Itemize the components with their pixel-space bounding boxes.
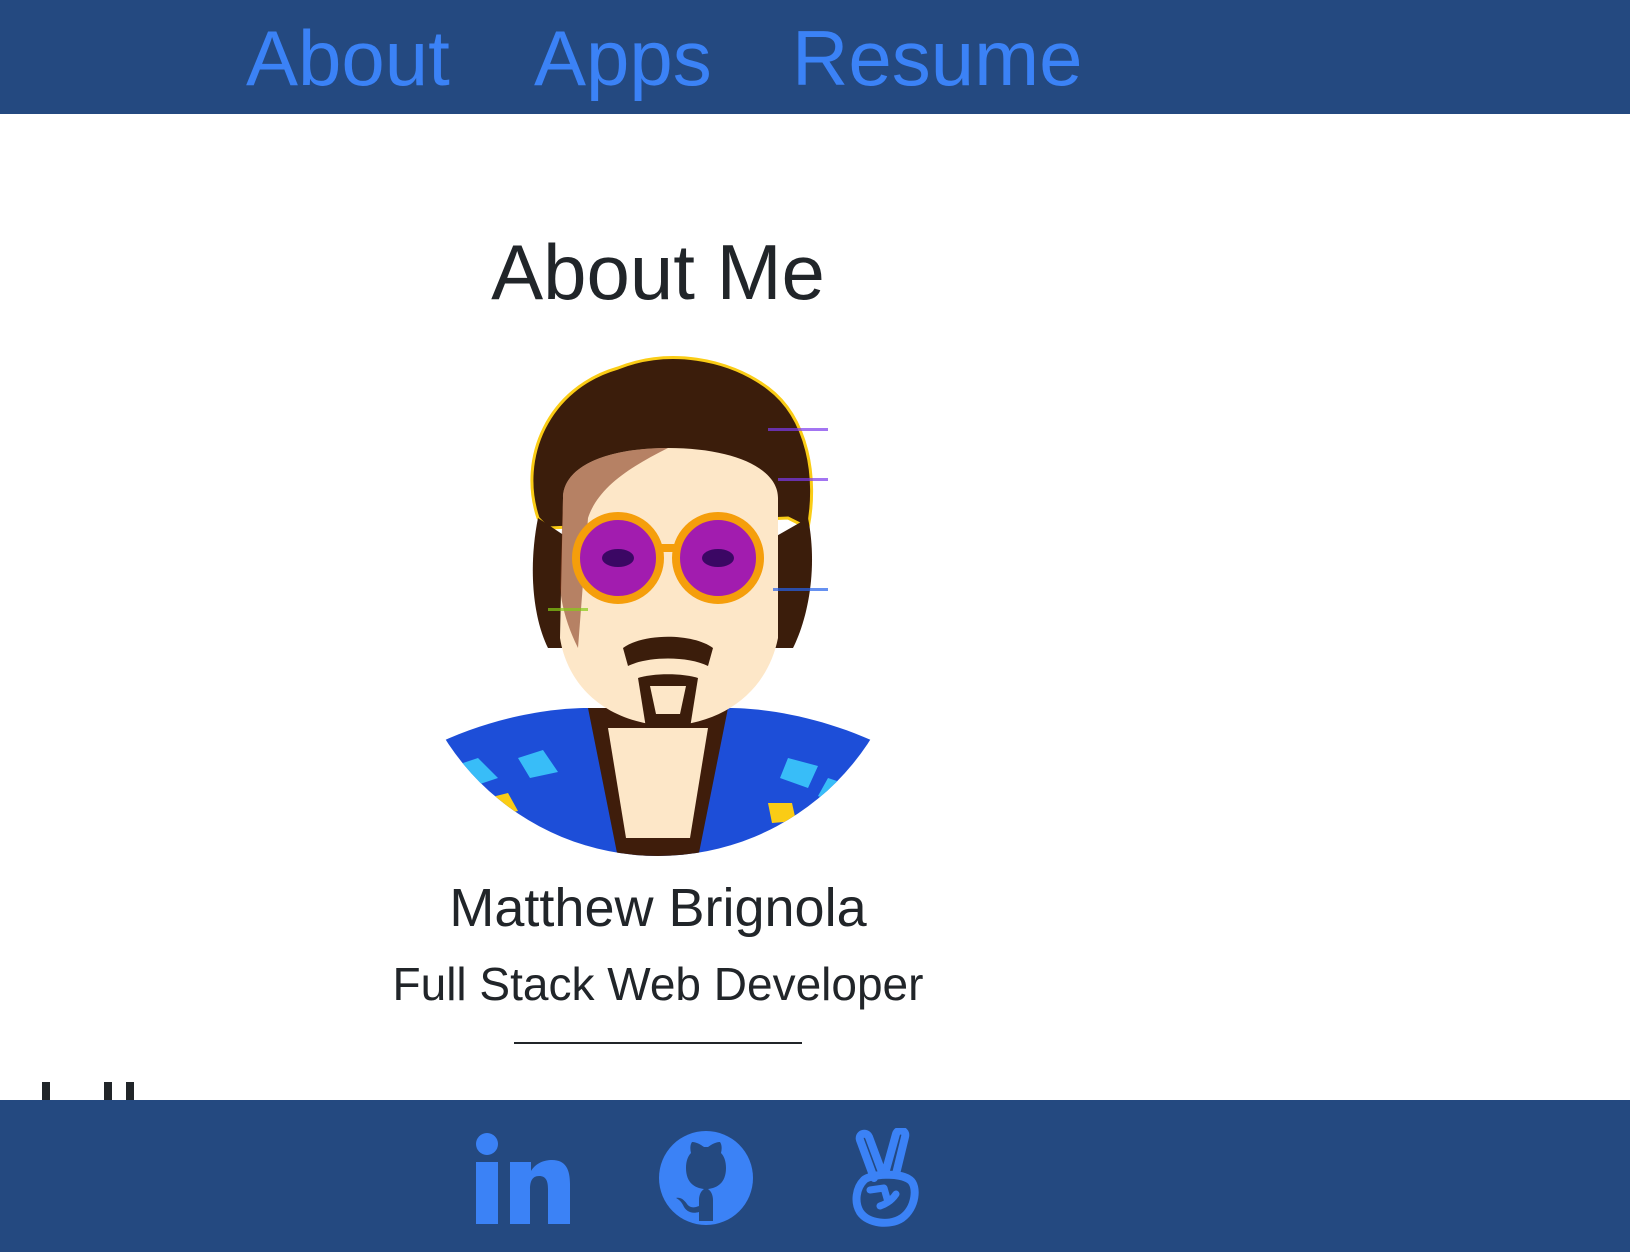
angellist-icon (852, 1128, 919, 1227)
footer-bar (0, 1100, 1630, 1252)
angellist-link[interactable] (840, 1128, 940, 1228)
page-title: About Me (491, 228, 825, 316)
nav-link-about[interactable]: About (246, 10, 450, 106)
github-link[interactable] (656, 1128, 756, 1228)
top-navbar: About Apps Resume (0, 0, 1630, 114)
nav-link-apps[interactable]: Apps (534, 10, 712, 106)
linkedin-link[interactable] (470, 1128, 570, 1228)
about-section: About Me Matthew Brignola Full Stack Web… (0, 114, 1630, 1100)
section-divider (514, 1042, 802, 1044)
linkedin-icon (476, 1133, 570, 1224)
profile-name: Matthew Brignola (449, 878, 867, 938)
profile-role: Full Stack Web Developer (392, 958, 924, 1010)
nav-link-resume[interactable]: Resume (792, 10, 1082, 106)
clipped-text-fragment (42, 1082, 142, 1100)
github-icon (659, 1131, 753, 1225)
profile-avatar (428, 348, 888, 858)
